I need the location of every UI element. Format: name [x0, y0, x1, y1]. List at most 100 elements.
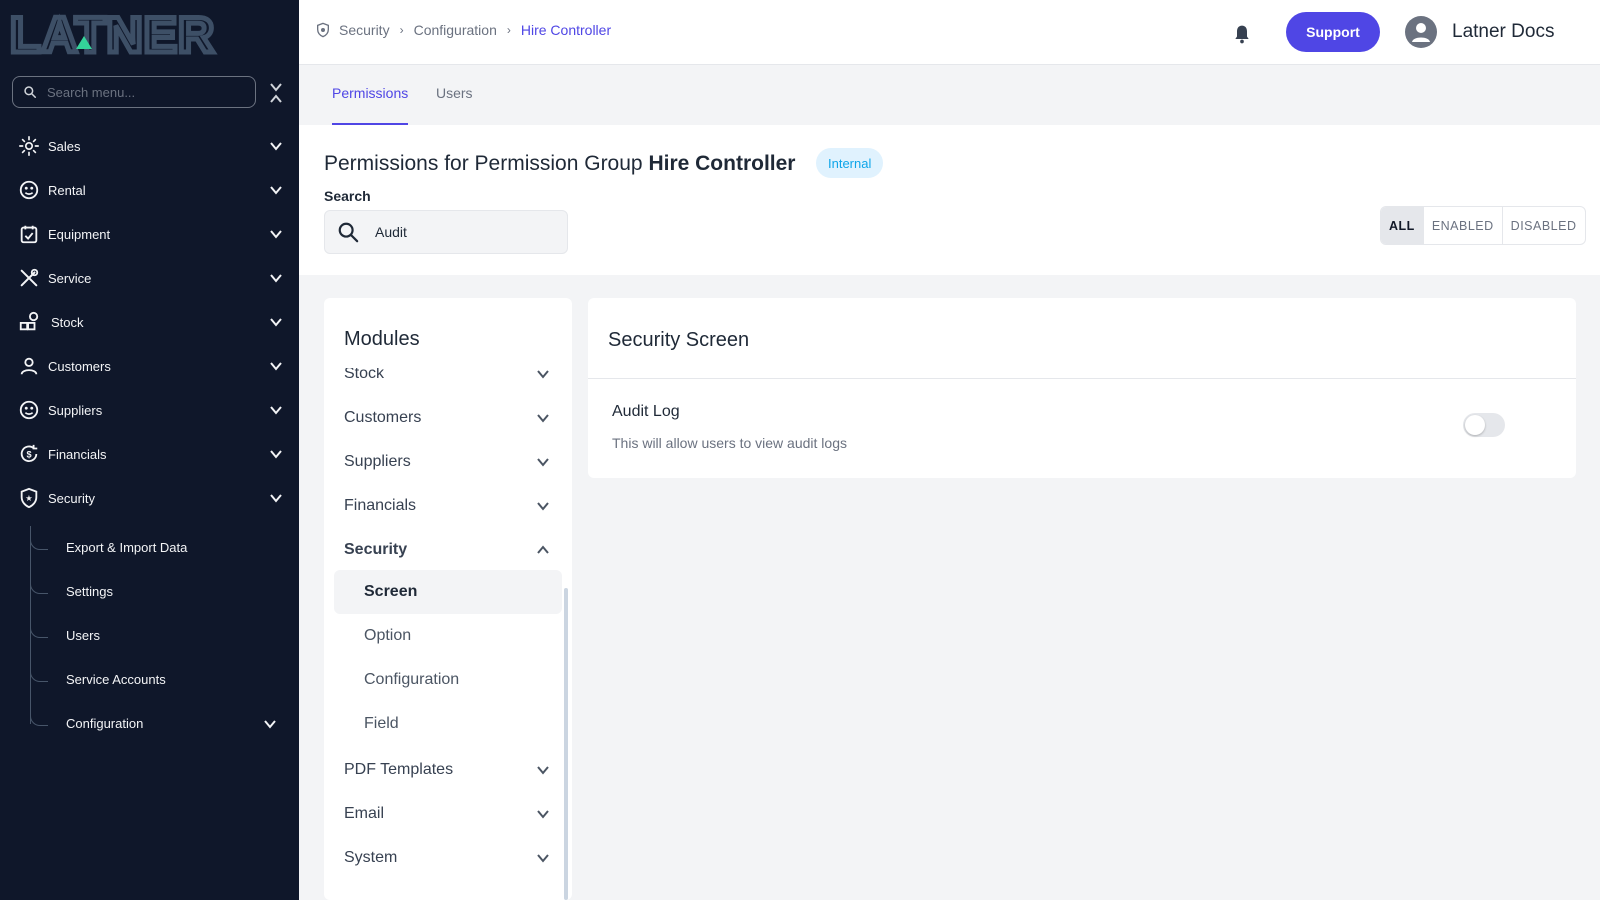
sidebar-item-equipment[interactable]: Equipment [0, 216, 299, 252]
sidebar-item-security[interactable]: ★ Security [0, 480, 299, 516]
modules-scrollbar[interactable] [564, 588, 568, 900]
sidebar-item-service-accounts[interactable]: Service Accounts [30, 662, 299, 698]
module-item-email[interactable]: Email [344, 796, 554, 832]
module-item-customers[interactable]: Customers [344, 400, 554, 436]
filter-toggle-group: ALL ENABLED DISABLED [1380, 206, 1586, 245]
sidebar-item-label: Security [48, 490, 95, 506]
sidebar-subitem-label: Settings [66, 584, 113, 599]
module-item-system[interactable]: System [344, 840, 554, 876]
tree-connector [30, 662, 48, 682]
sidebar-item-suppliers[interactable]: Suppliers [0, 392, 299, 428]
chevron-down-icon [270, 362, 282, 371]
filter-enabled-button[interactable]: ENABLED [1424, 207, 1503, 244]
sidebar-item-sales[interactable]: Sales [0, 128, 299, 164]
sidebar-subitem-label: Export & Import Data [66, 540, 188, 555]
rental-icon [19, 180, 39, 200]
chevron-down-icon [270, 274, 282, 283]
breadcrumb-separator-icon: › [506, 23, 511, 37]
sidebar-item-rental[interactable]: Rental [0, 172, 299, 208]
module-label: PDF Templates [344, 761, 454, 778]
chevron-down-icon [270, 406, 282, 415]
sidebar-item-label: Financials [48, 446, 107, 462]
modules-title: Modules [344, 328, 420, 350]
search-icon [24, 86, 37, 99]
sidebar-item-label: Equipment [48, 226, 111, 242]
module-subitem-label: Screen [364, 583, 418, 600]
sidebar-item-customers[interactable]: Customers [0, 348, 299, 384]
module-subitem-field[interactable]: Field [334, 702, 562, 746]
audit-log-toggle[interactable] [1463, 413, 1505, 437]
sidebar-subitem-label: Service Accounts [66, 672, 166, 687]
sidebar-item-service[interactable]: Service [0, 260, 299, 296]
filter-all-button[interactable]: ALL [1381, 207, 1424, 244]
sidebar-item-export-import[interactable]: Export & Import Data [30, 530, 299, 566]
chevron-down-icon [270, 318, 282, 327]
shield-icon [317, 22, 329, 38]
chevron-down-icon [270, 450, 282, 459]
equipment-icon [20, 225, 38, 244]
module-item-stock[interactable]: Stock [344, 368, 554, 392]
user-name[interactable]: Latner Docs [1452, 21, 1554, 43]
collapse-icon[interactable] [268, 82, 284, 104]
module-subitem-screen[interactable]: Screen [334, 570, 562, 614]
bell-icon[interactable] [1232, 23, 1252, 45]
stock-icon [19, 311, 39, 331]
permission-name: Audit Log [612, 403, 680, 420]
breadcrumb-hire-controller[interactable]: Hire Controller [521, 22, 611, 38]
toggle-knob [1465, 415, 1485, 435]
chevron-down-icon [537, 854, 549, 863]
breadcrumb-security[interactable]: Security [339, 22, 390, 38]
module-subitem-configuration[interactable]: Configuration [334, 658, 562, 702]
search-value: Audit [375, 224, 407, 240]
sidebar-subitem-label: Configuration [66, 716, 144, 731]
module-item-financials[interactable]: Financials [344, 488, 554, 524]
module-label: Security [344, 541, 408, 558]
sidebar-item-label: Suppliers [48, 402, 103, 418]
module-subitem-option[interactable]: Option [334, 614, 562, 658]
latner-logo: LATNER [10, 8, 217, 56]
permission-search-input[interactable]: Audit [324, 210, 568, 254]
svg-text:$: $ [26, 450, 31, 460]
chevron-up-icon [537, 545, 549, 554]
module-item-security[interactable]: Security [344, 532, 554, 568]
modules-panel: Modules Stock Customers Suppliers Financ… [324, 298, 572, 900]
sidebar-item-financials[interactable]: $ Financials [0, 436, 299, 472]
tree-connector [30, 574, 48, 594]
sidebar-search-input[interactable]: Search menu... [12, 76, 256, 108]
filter-disabled-button[interactable]: DISABLED [1503, 207, 1585, 244]
tab-users[interactable]: Users [436, 85, 473, 125]
sales-icon [19, 136, 39, 156]
modules-list[interactable]: Stock Customers Suppliers Financials Sec… [324, 368, 572, 900]
tab-permissions[interactable]: Permissions [332, 85, 409, 125]
sidebar-item-configuration[interactable]: Configuration [30, 706, 299, 742]
module-item-suppliers[interactable]: Suppliers [344, 444, 554, 480]
module-label: System [344, 849, 398, 866]
breadcrumb-configuration[interactable]: Configuration [414, 22, 497, 38]
chevron-down-icon [264, 720, 276, 729]
module-item-pdf-templates[interactable]: PDF Templates [344, 752, 554, 788]
screen-title: Security Screen [608, 329, 750, 351]
sidebar-item-settings[interactable]: Settings [30, 574, 299, 610]
module-subitem-label: Field [364, 715, 399, 732]
support-button[interactable]: Support [1286, 12, 1380, 52]
chevron-down-icon [537, 502, 549, 511]
tree-connector [30, 530, 48, 550]
sidebar-item-users[interactable]: Users [30, 618, 299, 654]
chevron-down-icon [537, 370, 549, 379]
tree-connector [30, 706, 48, 726]
permission-description: This will allow users to view audit logs [612, 435, 847, 451]
chevron-down-icon [270, 186, 282, 195]
module-label: Stock [344, 368, 385, 382]
chevron-down-icon [537, 458, 549, 467]
shield-icon: ★ [20, 487, 38, 509]
user-avatar-icon[interactable] [1405, 16, 1437, 48]
sidebar-item-stock[interactable]: Stock [0, 304, 299, 340]
sidebar: LATNER Search menu... Sales Rental Equip… [0, 0, 299, 900]
security-screen-panel: Security Screen Audit Log This will allo… [588, 298, 1576, 478]
module-label: Customers [344, 409, 422, 426]
status-badge: Internal [816, 148, 884, 178]
divider [588, 378, 1576, 379]
service-icon [20, 268, 39, 287]
sidebar-item-label: Stock [51, 314, 84, 330]
chevron-down-icon [270, 142, 282, 151]
